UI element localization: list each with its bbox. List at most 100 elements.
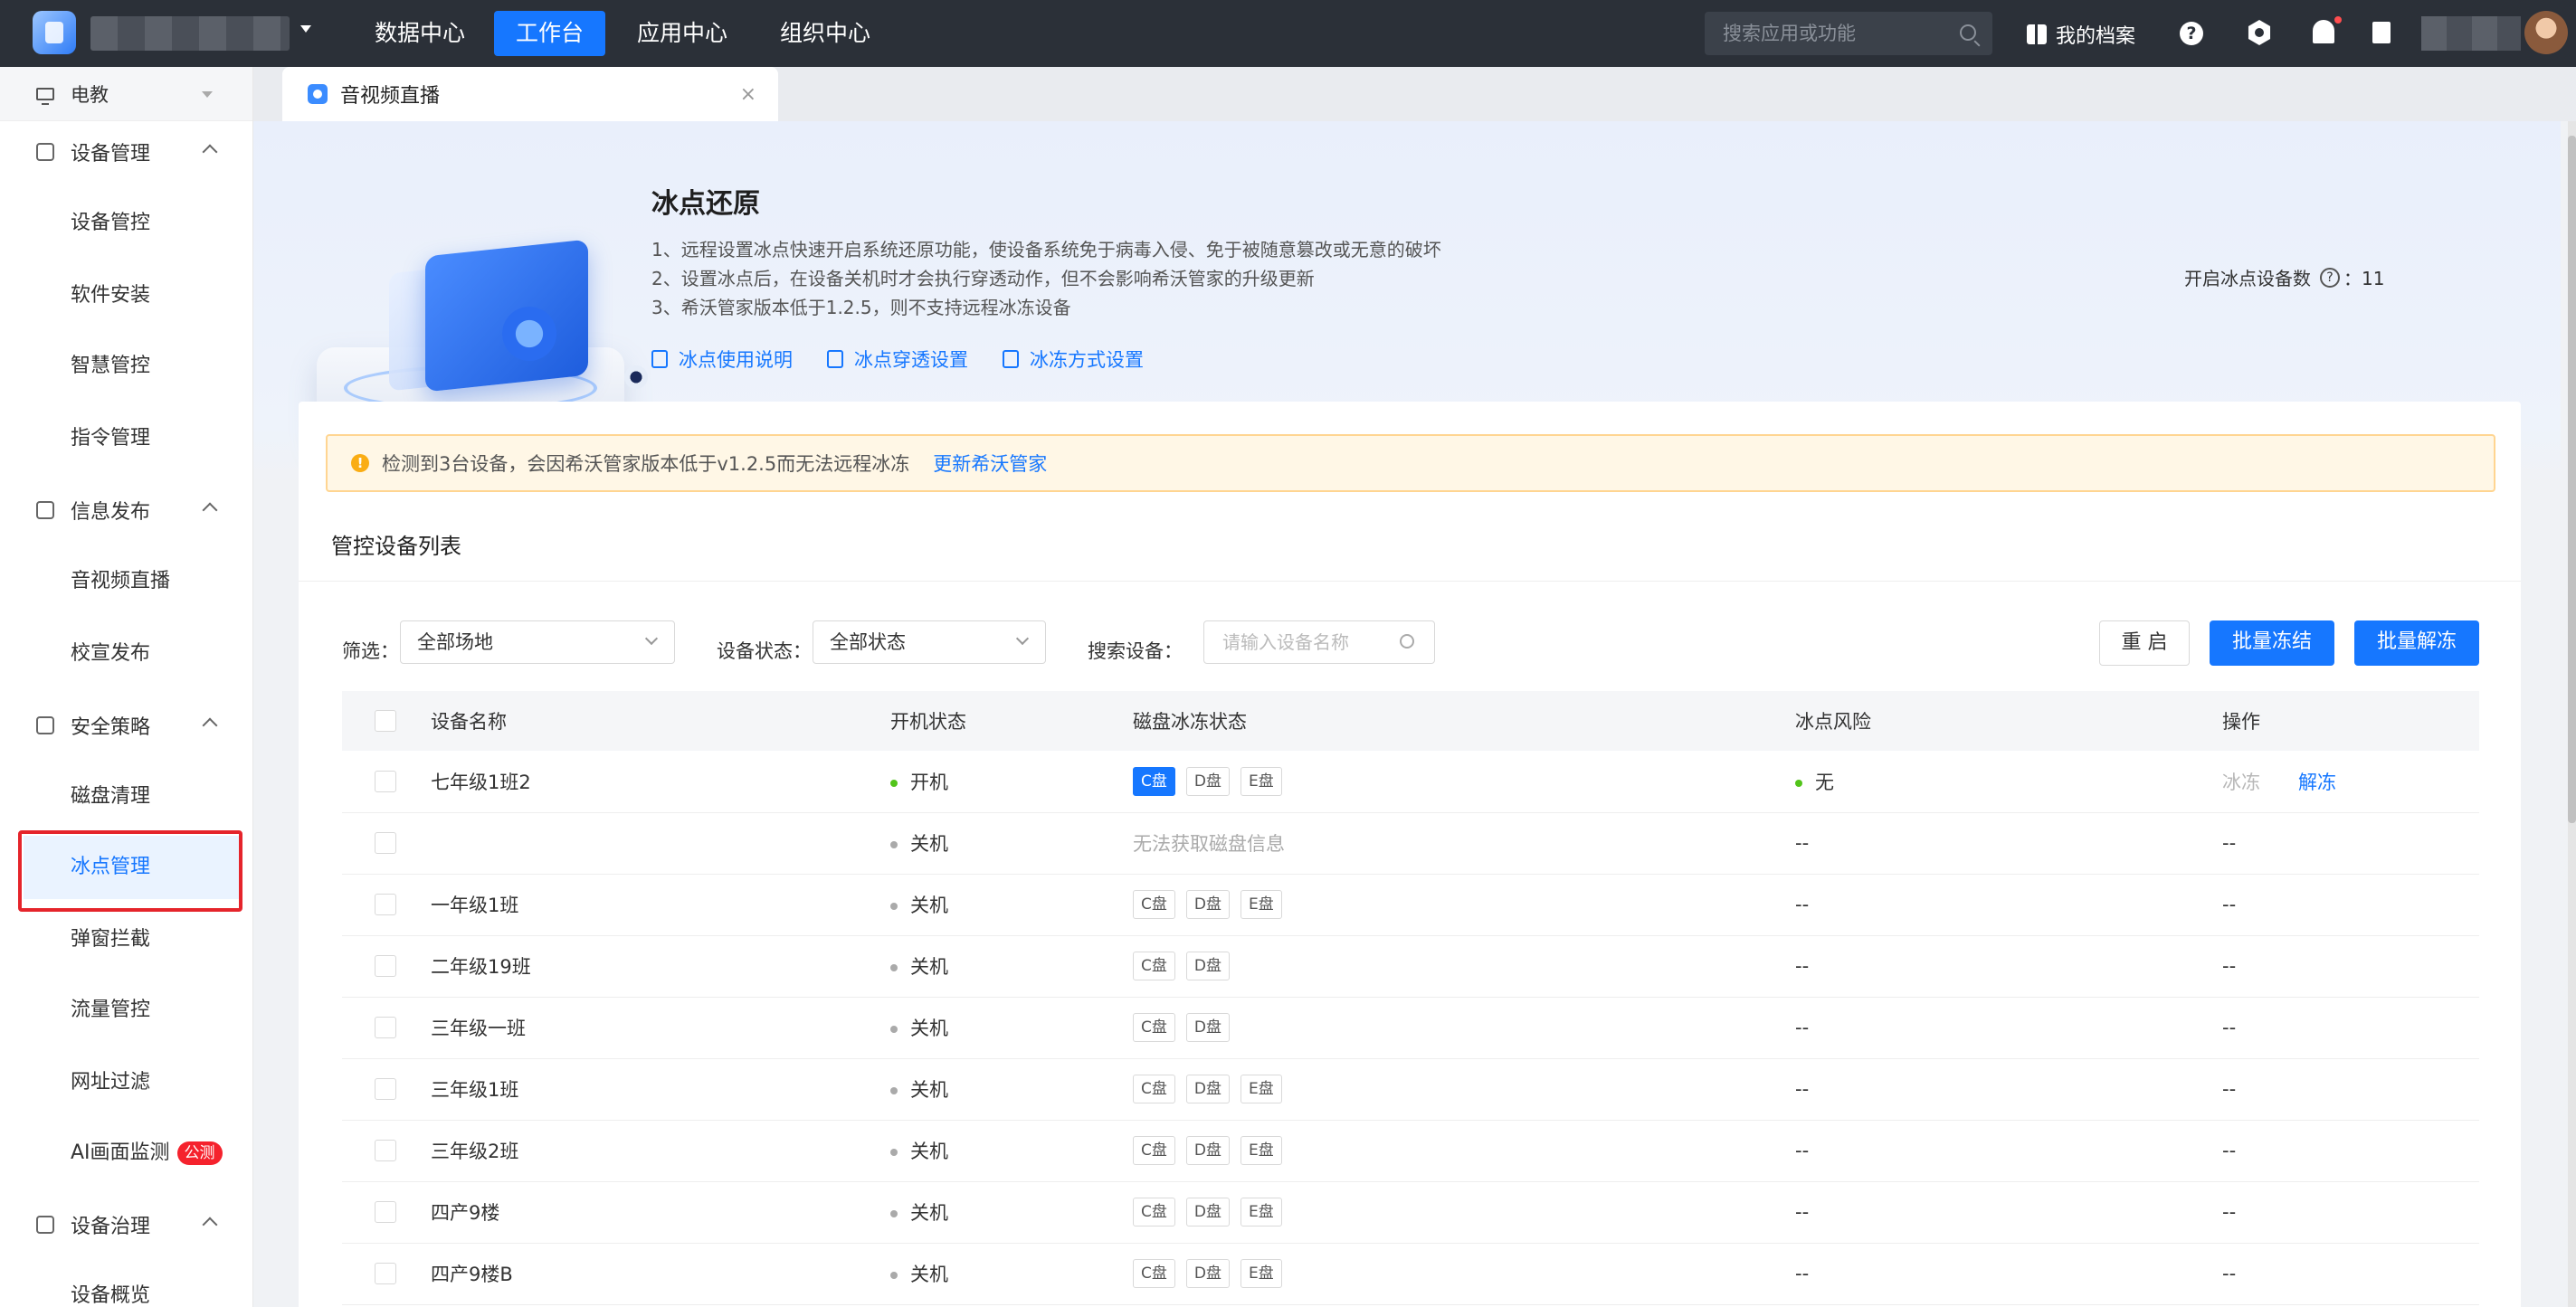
disk-tag[interactable]: D盘	[1185, 1198, 1230, 1226]
close-icon[interactable]: ×	[740, 83, 756, 106]
disk-tag[interactable]: C盘	[1133, 1075, 1175, 1103]
disk-tag[interactable]: D盘	[1185, 1075, 1230, 1103]
power-status-cell: 关机	[890, 1120, 1133, 1181]
disk-tag[interactable]: E盘	[1240, 766, 1282, 796]
freeze-guide-link[interactable]: 冰点使用说明	[651, 346, 793, 373]
my-archive-button[interactable]: 我的档案	[2027, 20, 2135, 49]
disk-tag[interactable]: C盘	[1133, 1259, 1175, 1288]
notification-bell-icon[interactable]	[2313, 20, 2334, 43]
table-row[interactable]: 三年级一班 关机 C盘 D盘 -- --	[342, 997, 2479, 1058]
sidebar-item-ai-monitor[interactable]: AI画面监测 公测	[0, 1122, 253, 1185]
device-search-input[interactable]: 请输入设备名称	[1203, 620, 1435, 664]
sidebar-item-url-filter[interactable]: 网址过滤	[0, 1051, 253, 1114]
status-select[interactable]: 全部状态	[813, 620, 1046, 664]
nav-app-center[interactable]: 应用中心	[615, 11, 749, 56]
search-icon[interactable]	[1960, 24, 1976, 41]
disk-tag[interactable]: C盘	[1133, 890, 1175, 919]
sidebar-group-info-publish[interactable]: 信息发布	[0, 483, 253, 537]
chevron-up-icon	[202, 717, 218, 734]
disk-tag[interactable]: C盘	[1133, 1136, 1175, 1165]
sidebar-item-popup-block[interactable]: 弹窗拦截	[0, 908, 253, 971]
batch-unfreeze-button[interactable]: 批量解冻	[2354, 620, 2479, 666]
table-row[interactable]: 二年级19班 关机 C盘 D盘 -- --	[342, 935, 2479, 997]
sidebar-item-smart-control[interactable]: 智慧管控	[0, 335, 253, 398]
disk-tag[interactable]: C盘	[1133, 1013, 1175, 1042]
disk-tag[interactable]: E盘	[1240, 1075, 1282, 1103]
sidebar-group-device-management[interactable]: 设备管理	[0, 125, 253, 179]
my-archive-label: 我的档案	[2056, 25, 2136, 48]
batch-freeze-button[interactable]: 批量冻结	[2210, 620, 2334, 666]
column-power-status[interactable]: 开机状态	[890, 691, 1133, 751]
question-icon[interactable]: ?	[2320, 267, 2340, 288]
org-switch-caret-icon[interactable]	[300, 25, 311, 33]
freeze-risk-text: --	[1795, 955, 1810, 977]
column-freeze-risk[interactable]: 冰点风险	[1795, 691, 2222, 751]
help-icon[interactable]: ?	[2180, 22, 2203, 45]
sidebar-item-campus-publish[interactable]: 校宣发布	[0, 622, 253, 686]
row-checkbox[interactable]	[375, 1140, 396, 1161]
sidebar-group-security-policy[interactable]: 安全策略	[0, 698, 253, 753]
app-logo[interactable]	[33, 11, 76, 54]
disk-tag[interactable]: C盘	[1133, 952, 1175, 980]
column-device-name[interactable]: 设备名称	[431, 691, 890, 751]
freeze-mode-link[interactable]: 冰冻方式设置	[1003, 346, 1144, 373]
disk-tag[interactable]: E盘	[1240, 890, 1282, 919]
user-avatar[interactable]	[2524, 11, 2568, 54]
tab-av-live[interactable]: 音视频直播 ×	[282, 67, 778, 121]
table-row[interactable]: 关机 无法获取磁盘信息 -- --	[342, 812, 2479, 874]
table-row[interactable]: 一年级1班 关机 C盘 D盘 E盘 -- --	[342, 874, 2479, 935]
unfreeze-action-link[interactable]: 解冻	[2298, 772, 2336, 793]
table-row[interactable]: 四产9楼B 关机 C盘 D盘 E盘 -- --	[342, 1243, 2479, 1304]
sidebar-item-device-overview[interactable]: 设备概览	[0, 1264, 253, 1307]
update-manager-link[interactable]: 更新希沃管家	[933, 450, 1047, 477]
scrollbar-thumb[interactable]	[2568, 136, 2576, 823]
sidebar-item-command-management[interactable]: 指令管理	[0, 407, 253, 470]
disk-tag[interactable]: D盘	[1185, 890, 1230, 919]
site-select[interactable]: 全部场地	[400, 620, 675, 664]
sidebar-item-disk-cleanup[interactable]: 磁盘清理	[0, 765, 253, 829]
row-checkbox[interactable]	[375, 1017, 396, 1038]
column-disk-freeze-status[interactable]: 磁盘冰冻状态	[1133, 691, 1795, 751]
disk-tag[interactable]: D盘	[1185, 1013, 1230, 1042]
table-row[interactable]: 三年级2班 关机 C盘 D盘 E盘 -- --	[342, 1120, 2479, 1181]
disk-tag[interactable]: D盘	[1185, 952, 1230, 980]
disk-tag[interactable]: C盘	[1133, 766, 1175, 796]
settings-icon[interactable]	[2248, 20, 2271, 45]
table-row[interactable]: 三年级1班 关机 C盘 D盘 E盘 -- --	[342, 1058, 2479, 1120]
nav-data-center[interactable]: 数据中心	[353, 11, 487, 56]
sidebar-item-software-install[interactable]: 软件安装	[0, 264, 253, 327]
user-name-redacted[interactable]	[2421, 16, 2521, 51]
restart-button[interactable]: 重 启	[2099, 620, 2190, 666]
disk-tag[interactable]: D盘	[1185, 766, 1230, 796]
table-row[interactable]: 七年级1班2 开机 C盘 D盘 E盘 无 冰冻 解冻	[342, 751, 2479, 812]
row-checkbox[interactable]	[375, 832, 396, 854]
disk-tag[interactable]: D盘	[1185, 1136, 1230, 1165]
disk-tag[interactable]: E盘	[1240, 1136, 1282, 1165]
power-status-cell: 关机	[890, 1058, 1133, 1120]
sidebar-item-traffic-control[interactable]: 流量管控	[0, 979, 253, 1042]
sidebar-group-device-governance[interactable]: 设备治理	[0, 1198, 253, 1252]
org-name-redacted[interactable]	[90, 16, 290, 51]
nav-workbench[interactable]: 工作台	[494, 11, 606, 56]
row-checkbox[interactable]	[375, 770, 396, 792]
select-all-checkbox[interactable]	[375, 710, 396, 732]
disk-tag[interactable]: E盘	[1240, 1198, 1282, 1226]
disk-tag[interactable]: E盘	[1240, 1259, 1282, 1288]
global-search-input[interactable]: 搜索应用或功能	[1705, 12, 1992, 55]
row-checkbox[interactable]	[375, 894, 396, 915]
sidebar-item-device-control[interactable]: 设备管控	[0, 192, 253, 255]
row-checkbox[interactable]	[375, 1078, 396, 1100]
row-checkbox[interactable]	[375, 1263, 396, 1284]
disk-tag[interactable]: C盘	[1133, 1198, 1175, 1226]
row-checkbox[interactable]	[375, 955, 396, 977]
table-row[interactable]: 四产9楼 关机 C盘 D盘 E盘 -- --	[342, 1181, 2479, 1243]
message-icon[interactable]	[2372, 22, 2391, 43]
freeze-action-link[interactable]: 冰冻	[2222, 772, 2260, 793]
nav-org-center[interactable]: 组织中心	[758, 11, 892, 56]
search-icon[interactable]	[1400, 634, 1414, 649]
sidebar-item-av-live[interactable]: 音视频直播	[0, 550, 253, 613]
disk-tag[interactable]: D盘	[1185, 1259, 1230, 1288]
sidebar-scope-select[interactable]: 电教	[0, 67, 252, 121]
freeze-penetration-link[interactable]: 冰点穿透设置	[827, 346, 968, 373]
row-checkbox[interactable]	[375, 1201, 396, 1223]
